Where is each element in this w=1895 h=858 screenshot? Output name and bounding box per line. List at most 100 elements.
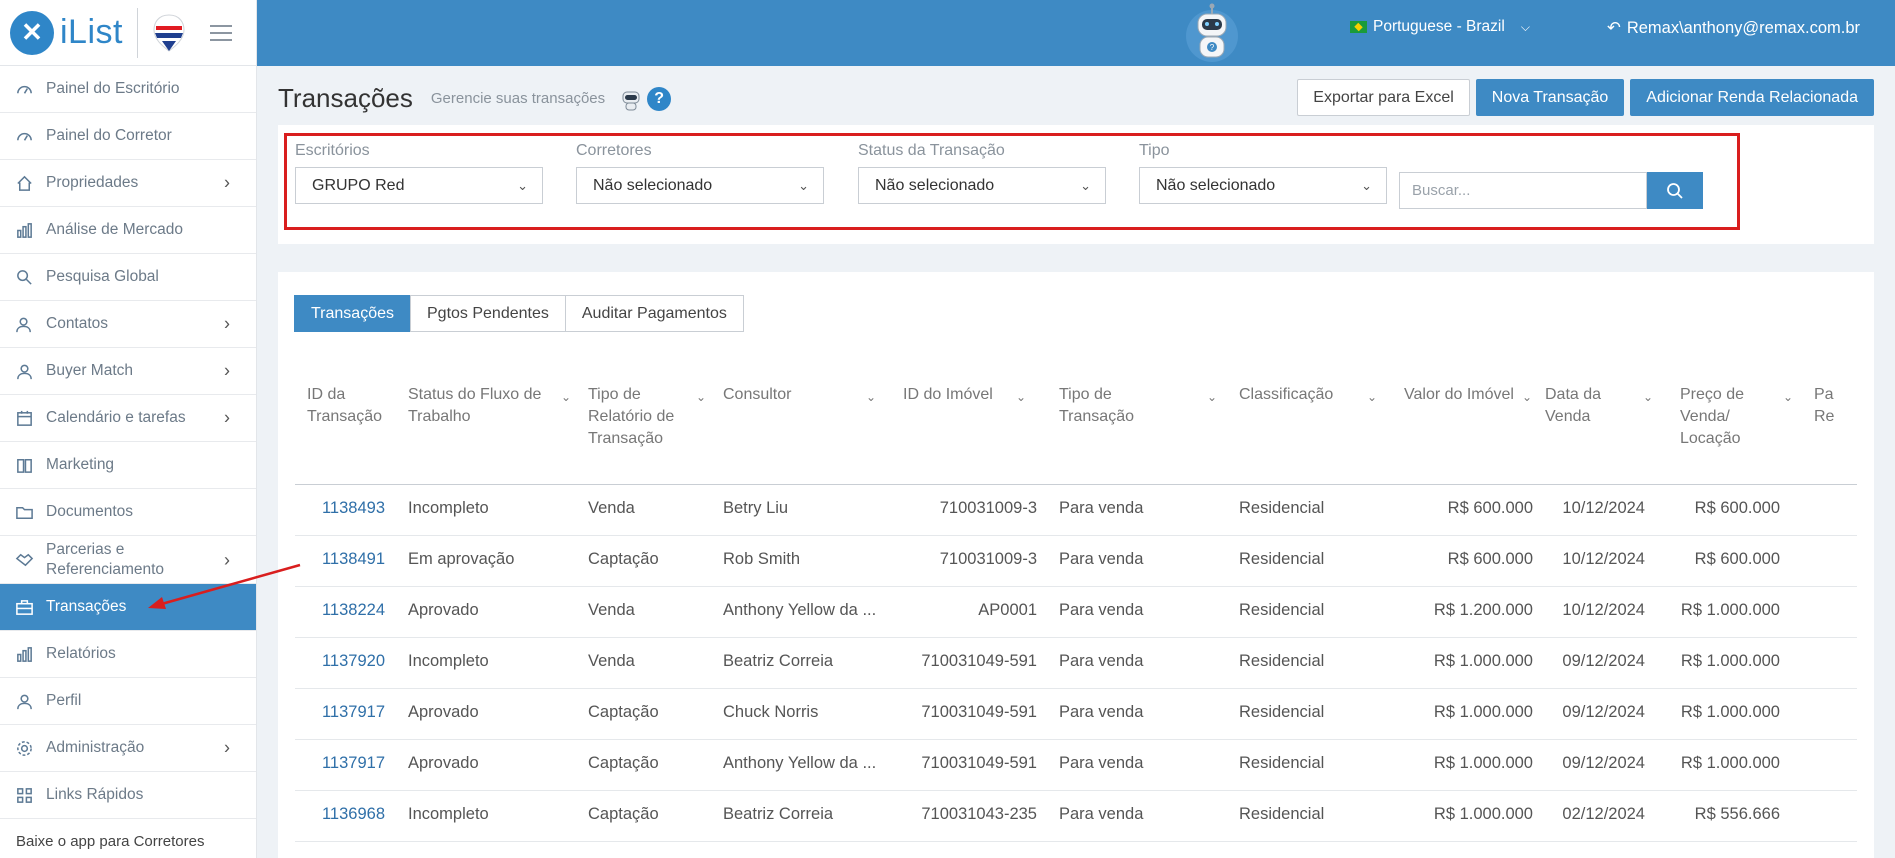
chevron-down-icon[interactable]: ⌄ [1643, 386, 1653, 408]
column-header[interactable]: ID da Transação [307, 384, 397, 428]
chevron-right-icon: › [224, 407, 230, 428]
transaction-id-link[interactable]: 1138224 [322, 601, 385, 620]
sidebar-item-transacoes[interactable]: Transações [0, 584, 256, 631]
sidebar-footer-text[interactable]: Baixe o app para Corretores [0, 819, 256, 858]
table-cell: 09/12/2024 [1562, 754, 1645, 772]
table-cell: R$ 556.666 [1694, 805, 1780, 823]
table-row[interactable]: 1137917 Aprovado Captação Anthony Yellow da… [295, 740, 1857, 791]
sidebar-item-analise-de-mercado[interactable]: Análise de Mercado [0, 207, 256, 254]
transaction-id-link[interactable]: 1137917 [322, 754, 385, 773]
sidebar-item-label: Relatórios [46, 645, 116, 662]
offices-select[interactable]: GRUPO Red ⌄ [295, 167, 543, 204]
table-cell: R$ 600.000 [1694, 499, 1780, 517]
table-cell: Captação [588, 550, 659, 568]
column-header[interactable]: Preço de Venda/ Locação ⌄ [1680, 384, 1810, 450]
table-cell: Venda [588, 601, 635, 619]
sidebar-nav: Painel do Escritório Painel do Corretor Pr… [0, 66, 256, 819]
sidebar-item-painel-do-escritorio[interactable]: Painel do Escritório [0, 66, 256, 113]
new-transaction-button[interactable]: Nova Transação [1475, 79, 1625, 116]
column-header[interactable]: Classificação ⌄ [1239, 384, 1389, 406]
column-header[interactable]: Pa Re [1814, 384, 1854, 428]
transaction-id-link[interactable]: 1138493 [322, 499, 385, 518]
sidebar-item-calendario-e-tarefas[interactable]: Calendário e tarefas › [0, 395, 256, 442]
svg-text:?: ? [1210, 43, 1215, 52]
sidebar-item-pesquisa-global[interactable]: Pesquisa Global [0, 254, 256, 301]
users-icon [14, 314, 34, 334]
chevron-down-icon[interactable]: ⌄ [1367, 386, 1377, 408]
column-header[interactable]: Consultor ⌄ [723, 384, 893, 406]
column-header[interactable]: Valor do Imóvel ⌄ [1404, 384, 1544, 406]
sidebar-item-buyer-match[interactable]: Buyer Match › [0, 348, 256, 395]
table-cell: Incompleto [408, 499, 489, 517]
language-selector[interactable]: Portuguese - Brazil ⌵ [1350, 18, 1530, 36]
table-row[interactable]: 1138224 Aprovado Venda Anthony Yellow da ..… [295, 587, 1857, 638]
table-cell: R$ 1.000.000 [1680, 652, 1780, 670]
table-cell: Aprovado [408, 754, 479, 772]
brokers-select[interactable]: Não selecionado ⌄ [576, 167, 824, 204]
table-cell: Para venda [1059, 499, 1144, 517]
user-menu[interactable]: ↶ Remax\anthony@remax.com.br [1607, 18, 1860, 38]
table-row[interactable]: 1137917 Aprovado Captação Chuck Norris 71003… [295, 689, 1857, 740]
column-header[interactable]: Tipo de Relatório de Transação ⌄ [588, 384, 708, 450]
transaction-id-link[interactable]: 1138491 [322, 550, 385, 569]
sidebar-item-propriedades[interactable]: Propriedades › [0, 160, 256, 207]
sidebar-item-contatos[interactable]: Contatos › [0, 301, 256, 348]
status-select[interactable]: Não selecionado ⌄ [858, 167, 1106, 204]
filter-offices-label: Escritórios [295, 142, 370, 159]
main-content: Transações Gerencie suas transações ? Ex… [257, 66, 1895, 858]
chevron-down-icon[interactable]: ⌄ [866, 386, 876, 408]
ilist-logo-icon[interactable]: ✕ [10, 10, 54, 55]
chevron-down-icon[interactable]: ⌄ [1783, 386, 1793, 408]
table-cell: 02/12/2024 [1562, 805, 1645, 823]
chevron-down-icon[interactable]: ⌄ [696, 386, 706, 408]
table-row[interactable]: 1138491 Em aprovação Captação Rob Smith 7100… [295, 536, 1857, 587]
search-icon [1667, 182, 1683, 199]
sidebar-item-label: Marketing [46, 456, 115, 473]
chevron-down-icon[interactable]: ⌄ [1016, 386, 1026, 408]
column-header[interactable]: Status do Fluxo de Trabalho ⌄ [408, 384, 571, 428]
search-input[interactable] [1399, 172, 1647, 209]
table-cell: R$ 1.000.000 [1680, 703, 1780, 721]
sidebar-item-painel-do-corretor[interactable]: Painel do Corretor [0, 113, 256, 160]
sidebar-item-perfil[interactable]: Perfil [0, 678, 256, 725]
table-row[interactable]: 1137920 Incompleto Venda Beatriz Correia 710… [295, 638, 1857, 689]
table-cell: R$ 1.000.000 [1680, 601, 1780, 619]
mini-robot-icon[interactable] [619, 87, 643, 111]
sidebar-item-relatorios[interactable]: Relatórios [0, 631, 256, 678]
assistant-robot-icon[interactable]: ? [1184, 2, 1240, 64]
column-header[interactable]: Data da Venda ⌄ [1545, 384, 1657, 428]
column-header[interactable]: ID do Imóvel ⌄ [903, 384, 1041, 406]
transaction-id-link[interactable]: 1136968 [322, 805, 385, 824]
sidebar-item-documentos[interactable]: Documentos [0, 489, 256, 536]
chevron-down-icon[interactable]: ⌄ [1207, 386, 1217, 408]
gauge-icon [14, 126, 34, 146]
sidebar-item-label: Análise de Mercado [46, 221, 183, 238]
brand-name[interactable]: iList [60, 13, 123, 52]
page-actions: Exportar para Excel Nova Transação Adici… [1297, 79, 1874, 116]
column-header[interactable]: Tipo de Transação ⌄ [1059, 384, 1229, 428]
type-select[interactable]: Não selecionado ⌄ [1139, 167, 1387, 204]
transaction-id-link[interactable]: 1137920 [322, 652, 385, 671]
table-cell: Residencial [1239, 550, 1325, 568]
filter-offices: Escritórios GRUPO Red ⌄ [295, 142, 543, 204]
help-icon[interactable]: ? [647, 86, 672, 111]
chevron-down-icon[interactable]: ⌄ [561, 386, 571, 408]
sidebar-item-marketing[interactable]: Marketing [0, 442, 256, 489]
sidebar-item-parcerias-e-referenciamento[interactable]: Parcerias e Referenciamento › [0, 536, 256, 584]
table-cell: R$ 600.000 [1447, 550, 1533, 568]
sidebar-item-administracao[interactable]: Administração › [0, 725, 256, 772]
export-excel-button[interactable]: Exportar para Excel [1297, 79, 1470, 116]
tab-transactions[interactable]: Transações [294, 295, 411, 332]
sidebar-item-links-rapidos[interactable]: Links Rápidos [0, 772, 256, 819]
table-row[interactable]: 1136968 Incompleto Captação Beatriz Correia… [295, 791, 1857, 842]
book-icon [14, 455, 34, 475]
table-row[interactable]: 1138493 Incompleto Venda Betry Liu 710031009… [295, 485, 1857, 536]
transaction-id-link[interactable]: 1137917 [322, 703, 385, 722]
chevron-down-icon[interactable]: ⌄ [1522, 386, 1532, 408]
tab-audit-payments[interactable]: Auditar Pagamentos [564, 295, 744, 332]
table-cell: R$ 600.000 [1447, 499, 1533, 517]
search-button[interactable] [1647, 172, 1703, 209]
tab-pending-payments[interactable]: Pgtos Pendentes [410, 295, 566, 332]
add-related-income-button[interactable]: Adicionar Renda Relacionada [1630, 79, 1874, 116]
hamburger-menu-icon[interactable] [209, 24, 232, 41]
